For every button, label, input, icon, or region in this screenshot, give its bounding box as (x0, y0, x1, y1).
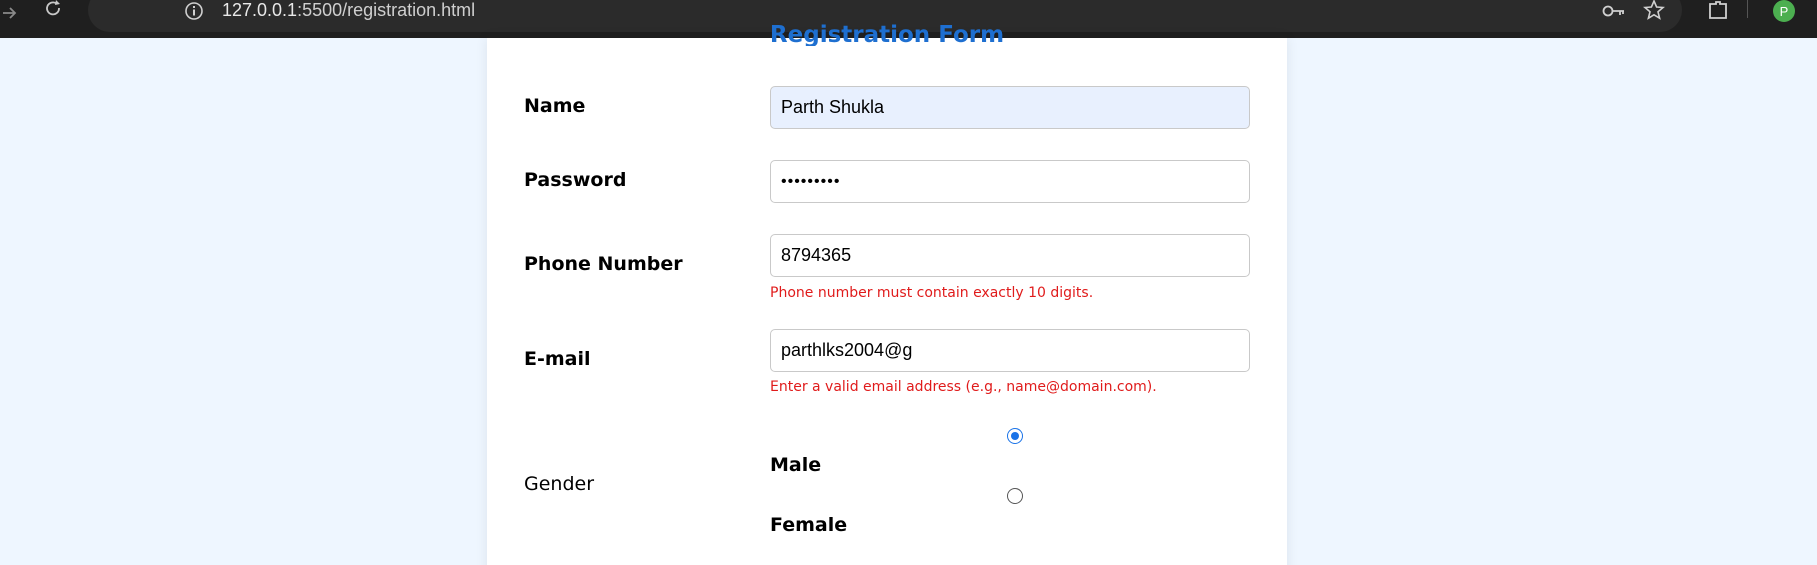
phone-input[interactable]: 8794365 (770, 234, 1250, 277)
password-label: Password (524, 169, 627, 191)
site-info-icon[interactable] (184, 1, 204, 21)
url-text[interactable]: 127.0.0.1:5500/registration.html (222, 0, 475, 21)
gender-female-label[interactable]: Female (770, 514, 847, 536)
phone-label: Phone Number (524, 253, 683, 275)
name-label: Name (524, 95, 586, 117)
extensions-icon[interactable] (1706, 0, 1730, 22)
gender-label: Gender (524, 473, 595, 495)
gender-female-radio[interactable] (1007, 488, 1023, 504)
password-key-icon[interactable] (1602, 1, 1626, 23)
gender-male-label[interactable]: Male (770, 454, 821, 476)
phone-error-message: Phone number must contain exactly 10 dig… (770, 285, 1094, 301)
email-error-message: Enter a valid email address (e.g., name@… (770, 379, 1157, 395)
registration-form: Registration Form Name Parth Shukla Pass… (487, 22, 1287, 565)
reload-icon[interactable] (44, 0, 64, 20)
profile-avatar[interactable]: P (1773, 0, 1795, 22)
email-input[interactable]: parthlks2004@g (770, 329, 1250, 372)
email-label: E-mail (524, 348, 591, 370)
toolbar-separator (1747, 0, 1748, 18)
password-input[interactable]: ••••••••• (770, 160, 1250, 203)
forward-icon[interactable] (2, 4, 18, 22)
bookmark-star-icon[interactable] (1643, 0, 1667, 21)
form-title: Registration Form (769, 22, 1005, 46)
gender-male-radio[interactable] (1007, 428, 1023, 444)
name-input[interactable]: Parth Shukla (770, 86, 1250, 129)
